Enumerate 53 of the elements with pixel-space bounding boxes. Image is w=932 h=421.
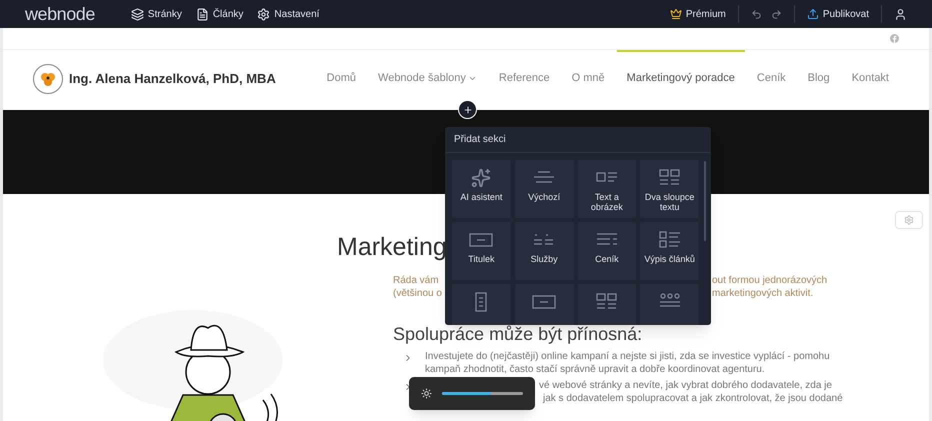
paragraph-fragment: out formou jednorázových [712, 274, 828, 287]
redo-icon[interactable] [770, 8, 782, 20]
section-heading: Spolupráce může být přínosná: [393, 324, 642, 344]
section-tile[interactable]: AI asistent [452, 160, 511, 218]
page-title: Marketing [337, 235, 447, 260]
brightness-slider[interactable] [442, 392, 523, 395]
logo-icon [40, 72, 56, 86]
user-icon[interactable] [894, 8, 907, 20]
logo: webnode [25, 2, 95, 26]
settings-icon [904, 215, 914, 225]
menu-item[interactable]: Stránky [130, 6, 182, 22]
crown-icon [670, 8, 682, 20]
section-tile[interactable] [514, 284, 574, 325]
section-tile[interactable]: Služby [514, 222, 574, 280]
bullet-text: kampaň zhodnotit, často stačí správně upravit a dobře koordinovat agenturu. [425, 363, 765, 376]
paragraph-fragment: marketingových aktivit. [712, 287, 814, 300]
brightness-icon [421, 388, 432, 399]
menu-item[interactable]: Nastavení [257, 6, 320, 22]
section-tile[interactable] [578, 284, 636, 325]
paragraph-fragment: (většinou o [393, 287, 442, 300]
section-tile[interactable]: Titulek [452, 222, 511, 280]
nav-link[interactable]: Webnode šablony [378, 70, 477, 87]
upload-icon [806, 8, 819, 20]
nav-link[interactable]: Reference [498, 70, 550, 87]
section-tile[interactable]: Ceník [578, 222, 636, 280]
bullet-text: vé webové stránky a nevíte, jak vybrat dobrého dodavatele, zda je [539, 379, 832, 392]
bullet-text: Investujete do (nejčastěji) online kampaní a nejste si jisti, zda se investice vyplácí - pomohu [425, 350, 830, 363]
nav-link[interactable]: Blog [808, 70, 830, 87]
site-name: Ing. Alena Hanzelková, PhD, MBA [69, 70, 276, 88]
bullet-text: jak s dodavatelem spolupracovat a jak zkontrolovat, že jsou dodané [543, 392, 843, 405]
add-section-button[interactable] [458, 100, 477, 119]
paragraph-fragment: Ráda vám [393, 274, 439, 287]
section-tile[interactable]: Text a obrázek [578, 160, 636, 218]
section-tile[interactable]: Výpis článků [640, 222, 699, 280]
section-tile[interactable]: Výchozí [514, 160, 574, 218]
menu-item[interactable]: Články [196, 6, 244, 22]
undo-icon[interactable] [750, 8, 762, 20]
settings-icon [257, 8, 270, 20]
nav-link[interactable]: Marketingový poradce [626, 70, 735, 87]
sparkles-icon [471, 168, 492, 188]
nav-link[interactable]: O mně [572, 70, 605, 87]
premium-button[interactable]: Prémium [670, 6, 726, 22]
publish-button[interactable]: Publikovat [806, 6, 869, 22]
panel-title: Přidat sekci [445, 127, 711, 153]
section-tile[interactable] [452, 284, 511, 325]
document-icon [196, 8, 209, 20]
nav-link[interactable]: Ceník [756, 70, 786, 87]
nav-link[interactable]: Domů [326, 70, 356, 87]
pages-icon [130, 8, 144, 20]
plus-icon [462, 104, 472, 114]
section-tile[interactable]: Dva sloupce textu [640, 160, 699, 218]
nav-link[interactable]: Kontakt [852, 70, 889, 87]
section-tile[interactable] [640, 284, 699, 325]
